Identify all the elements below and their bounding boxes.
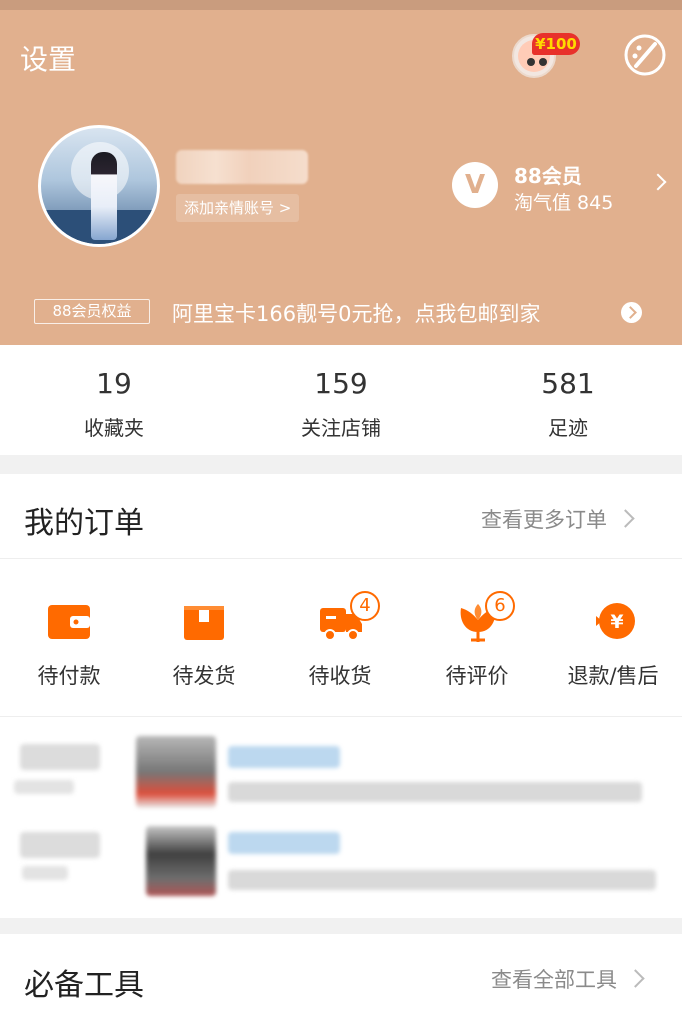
divider <box>0 558 682 559</box>
redacted-block <box>228 782 642 802</box>
divider <box>0 716 682 717</box>
stat-value: 581 <box>541 367 595 400</box>
svg-text:¥: ¥ <box>610 611 623 633</box>
order-pending-receipt[interactable]: 待收货 <box>275 660 405 690</box>
refund-yuan-icon[interactable]: ¥ <box>592 598 638 644</box>
redacted-block <box>20 832 100 858</box>
status-strip <box>0 0 682 10</box>
stat-value: 19 <box>96 367 132 400</box>
theme-palette-icon[interactable] <box>622 32 668 78</box>
redacted-block <box>20 744 100 770</box>
package-icon[interactable] <box>181 598 227 644</box>
stat-value: 159 <box>314 367 368 400</box>
stat-label: 关注店铺 <box>301 416 381 440</box>
recent-orders-redacted <box>0 720 682 910</box>
badge-count: 6 <box>485 591 515 621</box>
view-all-tools-link[interactable]: 查看全部工具 <box>491 964 642 994</box>
settings-button[interactable]: 设置 <box>20 38 76 78</box>
avatar-figure <box>91 152 117 240</box>
order-refund-aftersales[interactable]: 退款/售后 <box>548 660 678 690</box>
orders-title: 我的订单 <box>24 506 144 541</box>
vip-v-icon[interactable]: V <box>452 162 498 208</box>
order-pending-review[interactable]: 待评价 <box>412 660 542 690</box>
add-family-account-button[interactable]: 添加亲情账号 > <box>176 194 300 222</box>
redacted-thumbnail <box>146 826 216 896</box>
stats-bar: 19 收藏夹 159 关注店铺 581 足迹 <box>0 345 682 455</box>
user-avatar[interactable] <box>38 125 160 247</box>
redacted-block <box>22 866 68 880</box>
vip-title[interactable]: 88会员 <box>514 160 582 189</box>
badge-count: 4 <box>350 591 380 621</box>
stat-label: 收藏夹 <box>84 416 144 440</box>
redacted-block <box>14 780 74 794</box>
redacted-block <box>228 832 340 854</box>
redacted-block <box>228 870 656 890</box>
essential-tools-card: 必备工具 查看全部工具 <box>0 934 682 1020</box>
stat-footprints[interactable]: 581 足迹 <box>488 367 648 441</box>
redacted-block <box>228 746 340 768</box>
view-more-orders-link[interactable]: 查看更多订单 <box>481 504 632 534</box>
stat-label: 足迹 <box>548 416 588 440</box>
promo-arrow-icon[interactable] <box>621 302 642 323</box>
wallet-icon[interactable] <box>46 598 92 644</box>
order-pending-shipment[interactable]: 待发货 <box>139 660 269 690</box>
nickname-redacted <box>176 150 308 184</box>
taoqi-score[interactable]: 淘气值 845 <box>514 188 613 215</box>
tools-title: 必备工具 <box>24 968 144 1003</box>
left-eye <box>527 58 535 66</box>
right-eye <box>539 58 547 66</box>
redacted-thumbnail <box>136 736 216 808</box>
coin-badge[interactable]: ¥100 <box>532 33 580 55</box>
stat-followed-shops[interactable]: 159 关注店铺 <box>261 367 421 441</box>
chevron-right-icon[interactable] <box>649 173 667 191</box>
promo-banner-text[interactable]: 阿里宝卡166靓号0元抢，点我包邮到家 <box>172 298 540 328</box>
order-pending-payment[interactable]: 待付款 <box>4 660 134 690</box>
profile-header: 设置 ¥100 添加亲情账号 > V 88会员 淘气值 845 88会员权益 阿… <box>0 0 682 345</box>
stat-favorites[interactable]: 19 收藏夹 <box>34 367 194 441</box>
my-orders-card: 我的订单 查看更多订单 待付款 待发货 4 待收货 6 待评价 ¥ 退款/售后 <box>0 474 682 918</box>
vip-benefits-tag[interactable]: 88会员权益 <box>34 299 150 324</box>
